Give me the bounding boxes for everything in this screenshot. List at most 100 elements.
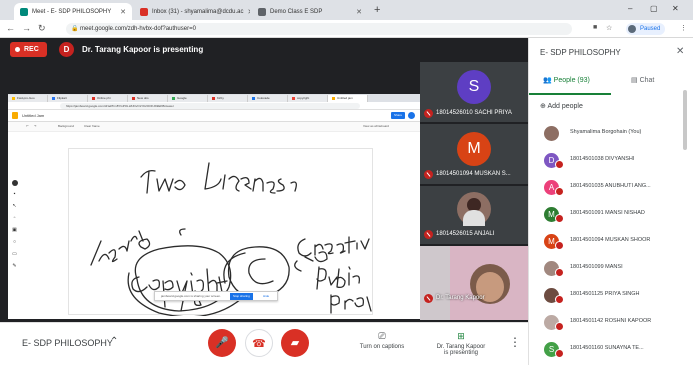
shared-tab: Colocade [248,95,288,102]
people-panel: E- SDP PHILOSOPHY ✕ 👥 People (93) ▤ Chat… [528,38,693,365]
address-bar: ← → ↻ 🔒 meet.google.com/zdh-hvbx-dof?aut… [0,20,693,38]
participant-row[interactable]: D 18014501038 DIVYANSHI [542,151,692,173]
participant-tile[interactable]: 18014526015 ANJALI [420,186,528,244]
select-tool-icon: ↖ [12,203,17,209]
mic-off-icon [424,294,433,303]
jamboard-tool-rail: ▪ ↖ ▫ ▣ ○ ▭ ✎ [8,132,22,319]
mic-off-icon [555,349,564,358]
participant-name: 18014501125 PRIYA SINGH [570,291,640,297]
meeting-controls-bar: E- SDP PHILOSOPHY ⌃ 🎤 ☎ ▰ ⎚ Turn on capt… [0,322,528,365]
captions-button[interactable]: ⎚ Turn on captions [352,331,412,350]
camera-toggle-button[interactable]: ▰ [281,329,309,357]
view-option: View as whiteboard [363,124,389,128]
tab-close-icon[interactable]: ✕ [243,8,250,16]
shared-tab: Kirby [208,95,248,102]
mic-toggle-button[interactable]: 🎤 [208,329,236,357]
mic-off-icon [555,241,564,250]
menu-icon[interactable]: ⋮ [680,24,687,32]
panel-scrollbar[interactable] [683,90,687,150]
participant-row[interactable]: M 18014501091 MANSI NISHAD [542,205,692,227]
presenting-label-2: is presenting [443,350,479,356]
shared-tab: Online phi [88,95,128,102]
mic-off-icon [555,187,564,196]
close-icon[interactable]: ✕ [676,46,684,57]
back-icon[interactable]: ← [6,23,15,33]
share-button: Share [391,112,406,119]
participant-row[interactable]: M 18014501094 MUSKAN SHOOR [542,232,692,254]
panel-title: E- SDP PHILOSOPHY [540,48,621,57]
tab-chat[interactable]: ▤ Chat [631,76,654,84]
participant-row[interactable]: 18014501099 MANSI [542,259,692,281]
participant-row[interactable]: 18014501142 ROSHNI KAPOOR [542,313,692,335]
pen-tool-icon [12,180,18,186]
forward-icon[interactable]: → [22,23,31,33]
jamboard-canvas [68,148,373,318]
text-tool-icon: ▭ [12,251,17,257]
gmail-favicon-icon [140,7,148,16]
participant-tile[interactable]: S 18014526010 SACHI PRIYA [420,62,528,122]
shared-tab: Google [168,95,208,102]
doc-favicon-icon [258,7,266,16]
browser-tab-demo[interactable]: Demo Class E SDP ✕ [252,3,368,20]
people-icon: 👥 [543,77,552,84]
new-tab-button[interactable]: + [374,4,380,16]
shared-screen: Fwd-pro-Goo Flipkart Online phi New obs … [8,94,420,319]
tile-name: 18014526010 SACHI PRIYA [436,110,512,116]
tab-people[interactable]: 👥 People (93) [543,76,590,84]
browser-tab-meet[interactable]: Meet - E- SDP PHILOSOPHY ✕ [14,3,132,20]
shared-address-bar: https://jamboard.google.com/d/1ePhrv8YGP… [8,102,420,110]
shared-tab-strip: Fwd-pro-Goo Flipkart Online phi New obs … [8,94,420,102]
jamboard-toolbar: ↶ ↷ Background Clear frame View as white… [8,122,420,132]
tab-close-icon[interactable]: ✕ [352,8,362,16]
close-window-button[interactable]: ✕ [672,4,679,13]
presenter-avatar: D [59,42,74,57]
chevron-up-icon[interactable]: ⌃ [110,336,118,347]
jam-title: Untitled Jam [22,113,45,118]
participant-row[interactable]: Shyamalima Borgohain (You) [542,124,692,146]
tab-title: Inbox (31) - shyamalima@dcdu.ac [152,8,244,15]
participant-row[interactable]: A 18014501035 ANUBHUTI ANG... [542,178,692,200]
hide-button: Hide [263,294,270,298]
mic-off-icon [555,322,564,331]
avatar: S [457,70,491,104]
mic-off-icon [424,230,433,239]
more-options-icon[interactable]: ⋮ [509,335,521,349]
url-field[interactable]: 🔒 meet.google.com/zdh-hvbx-dof?authuser=… [66,23,572,35]
reload-icon[interactable]: ↻ [38,23,46,34]
tab-close-icon[interactable]: ✕ [116,8,126,16]
profile-button[interactable]: Paused [626,23,666,35]
screen-sharing-toast: jamboard.google.com is sharing your scre… [154,291,278,301]
browser-tab-gmail[interactable]: Inbox (31) - shyamalima@dcdu.ac ✕ [134,3,250,20]
mic-off-icon [555,160,564,169]
undo-icon: ↶ [26,124,29,128]
tile-name: 18014526015 ANJALI [436,231,495,237]
participant-video-tile[interactable]: Dr. Tarang Kapoor [420,246,528,320]
shared-url: https://jamboard.google.com/d/1ePhrv8YGP… [60,103,360,109]
maximize-button[interactable]: ▢ [650,4,658,13]
profile-status: Paused [640,26,661,32]
presenting-button[interactable]: ⊞ Dr. Tarang Kapoor is presenting [426,331,496,356]
minimize-button[interactable]: – [628,4,632,13]
star-icon[interactable]: ☆ [606,24,612,32]
recording-badge: REC [10,42,47,57]
tile-name: 18014501094 MUSKAN S... [436,171,511,177]
participant-name: 18014501142 ROSHNI KAPOOR [570,318,652,324]
redo-icon: ↷ [34,124,37,128]
participant-tile[interactable]: M 18014501094 MUSKAN S... [420,124,528,184]
participant-name: 18014501160 SUNAYNA TE... [570,345,644,351]
participant-row[interactable]: 18014501125 PRIYA SINGH [542,286,692,308]
avatar [544,126,559,141]
participant-row[interactable]: S 18014501160 SUNAYNA TE... [542,340,692,362]
avatar [457,192,491,226]
present-screen-icon: ⊞ [457,331,465,341]
camera-indicator-icon[interactable]: ■ [593,24,597,31]
jamboard-appbar: Untitled Jam Share [8,110,420,122]
rec-label: REC [24,46,39,53]
add-people-button[interactable]: ⊕ Add people [540,102,583,110]
eraser-tool-icon: ▪ [13,191,16,197]
leave-call-button[interactable]: ☎ [245,329,273,357]
background-button: Background [58,124,75,128]
avatar: M [457,132,491,166]
meeting-name[interactable]: E- SDP PHILOSOPHY [22,338,113,348]
participant-name: 18014501038 DIVYANSHI [570,156,635,162]
